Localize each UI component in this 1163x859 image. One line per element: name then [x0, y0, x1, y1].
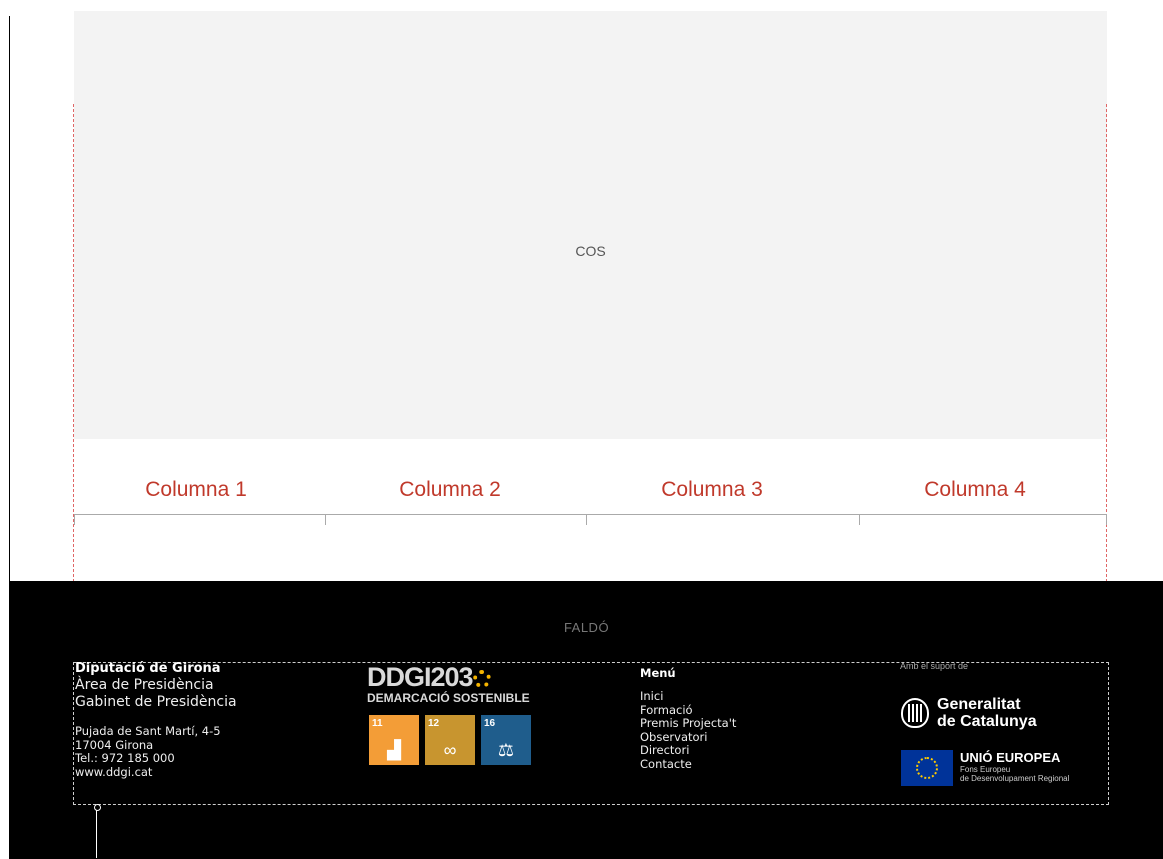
ddgi-subtitle: DEMARCACIÓ SOSTENIBLE [367, 691, 530, 705]
eu-flag-icon [901, 750, 953, 786]
menu-item-formacio[interactable]: Formació [640, 703, 736, 718]
anchor-line [96, 810, 97, 858]
menu-item-directori[interactable]: Directori [640, 743, 736, 758]
sdg-number: 12 [428, 718, 440, 729]
sdg-number: 11 [372, 718, 383, 729]
ruler-tick [1106, 514, 1107, 525]
column-1-label: Columna 1 [145, 478, 247, 501]
eu-subtitle-2: de Desenvolupament Regional [960, 774, 1070, 783]
organization-address: Pujada de Sant Martí, 4-5 17004 Girona T… [75, 724, 237, 780]
column-ruler [74, 514, 1107, 515]
city-icon: ▟ [387, 740, 401, 760]
eu-title: UNIÓ EUROPEA [960, 750, 1061, 765]
footer: FALDÓ Diputació de Girona Àrea de Presid… [10, 581, 1163, 859]
sdg-11-icon: 11 ▟ [369, 715, 419, 765]
sdg-16-icon: 16 ⚖ [481, 715, 531, 765]
cos-body-area: COS [74, 11, 1107, 439]
columns-row: Columna 1 Columna 2 Columna 3 Columna 4 [74, 478, 1107, 508]
eu-logo: UNIÓ EUROPEA Fons Europeu de Desenvolupa… [901, 750, 1069, 786]
generalitat-line-2: de Catalunya [937, 713, 1037, 730]
generalitat-logo: Generalitat de Catalunya [901, 696, 1037, 730]
ruler-tick [325, 514, 326, 525]
support-label: Amb el suport de [900, 661, 969, 671]
right-guide-line [1106, 104, 1107, 662]
column-2-label: Columna 2 [399, 478, 501, 501]
address-phone: Tel.: 972 185 000 [75, 751, 175, 765]
menu-item-premis[interactable]: Premis Projecta't [640, 716, 736, 731]
ruler-tick [74, 514, 75, 525]
cos-label: COS [575, 243, 606, 259]
organization-block: Diputació de Girona Àrea de Presidència … [75, 661, 237, 779]
column-3-label: Columna 3 [661, 478, 763, 501]
sdg-number: 16 [484, 718, 496, 729]
dove-icon: ⚖ [497, 740, 515, 760]
footer-label: FALDÓ [563, 620, 610, 635]
organization-name: Diputació de Girona [75, 661, 221, 676]
ddgi2030-logo: DDGI203 DEMARCACIÓ SOSTENIBLE 11 ▟ 12 ∞ … [367, 662, 537, 765]
menu-item-contacte[interactable]: Contacte [640, 757, 736, 772]
column-4-label: Columna 4 [924, 478, 1026, 501]
generalitat-icon [901, 698, 929, 728]
organization-cabinet: Gabinet de Presidència [75, 694, 237, 710]
footer-content-box: Diputació de Girona Àrea de Presidència … [73, 661, 1109, 805]
sdg-12-icon: 12 ∞ [425, 715, 475, 765]
address-city: 17004 Girona [75, 737, 154, 752]
sdg-wheel-icon [472, 669, 491, 688]
eu-subtitle-1: Fons Europeu [960, 765, 1011, 774]
ruler-tick [859, 514, 860, 525]
menu-item-inici[interactable]: Inici [640, 689, 736, 704]
address-street: Pujada de Sant Martí, 4-5 [75, 724, 221, 738]
organization-department: Àrea de Presidència [75, 677, 214, 693]
generalitat-line-1: Generalitat [937, 696, 1021, 713]
left-guide-line [73, 104, 74, 662]
address-website-link[interactable]: www.ddgi.cat [75, 765, 237, 780]
ruler-tick [586, 514, 587, 525]
menu-item-observatori[interactable]: Observatori [640, 730, 736, 745]
footer-menu: Menú Inici Formació Premis Projecta't Ob… [640, 666, 736, 771]
menu-title: Menú [640, 666, 676, 680]
infinity-icon: ∞ [443, 740, 457, 760]
ddgi-title: DDGI203 [367, 662, 474, 692]
